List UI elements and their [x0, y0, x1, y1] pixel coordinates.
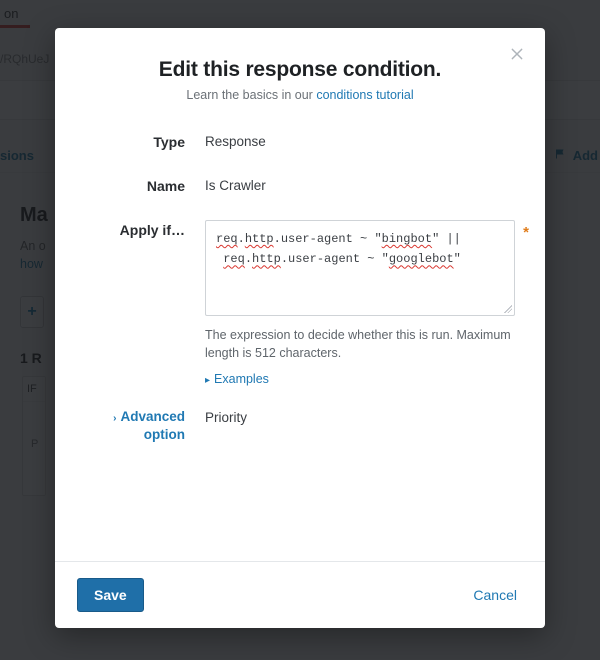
modal-header: Edit this response condition. Learn the …: [55, 28, 545, 110]
modal-subtitle-prefix: Learn the basics in our: [186, 88, 316, 102]
advanced-toggle-label: Advanced option: [120, 409, 185, 442]
close-icon[interactable]: [507, 46, 527, 66]
modal-body: Type Response Name Is Crawler Apply if… …: [55, 110, 545, 561]
name-label: Name: [85, 176, 205, 194]
advanced-value: Priority: [205, 408, 515, 425]
edit-condition-modal: Edit this response condition. Learn the …: [55, 28, 545, 628]
apply-if-help: The expression to decide whether this is…: [205, 326, 515, 362]
field-type: Type Response: [85, 132, 515, 150]
type-label: Type: [85, 132, 205, 150]
required-star-icon: *: [523, 224, 529, 241]
caret-right-icon: ›: [113, 413, 116, 424]
examples-link[interactable]: ▸ Examples: [205, 372, 515, 386]
field-name: Name Is Crawler: [85, 176, 515, 194]
resize-handle-icon[interactable]: [503, 304, 513, 314]
modal-subtitle: Learn the basics in our conditions tutor…: [85, 88, 515, 102]
save-button[interactable]: Save: [77, 578, 144, 612]
name-value: Is Crawler: [205, 176, 515, 193]
apply-if-textarea[interactable]: req.http.user-agent ~ "bingbot" || req.h…: [205, 220, 515, 316]
type-value: Response: [205, 132, 515, 149]
caret-right-icon: ▸: [205, 375, 210, 386]
modal-footer: Save Cancel: [55, 561, 545, 628]
examples-label: Examples: [214, 372, 269, 386]
field-advanced: › Advanced option Priority: [85, 408, 515, 444]
modal-title: Edit this response condition.: [85, 58, 515, 82]
field-apply-if: Apply if… req.http.user-agent ~ "bingbot…: [85, 220, 515, 386]
advanced-toggle[interactable]: › Advanced option: [85, 408, 205, 444]
conditions-tutorial-link[interactable]: conditions tutorial: [316, 88, 413, 102]
cancel-button[interactable]: Cancel: [467, 579, 523, 611]
apply-if-value-wrap: req.http.user-agent ~ "bingbot" || req.h…: [205, 220, 515, 386]
apply-if-label: Apply if…: [85, 220, 205, 238]
